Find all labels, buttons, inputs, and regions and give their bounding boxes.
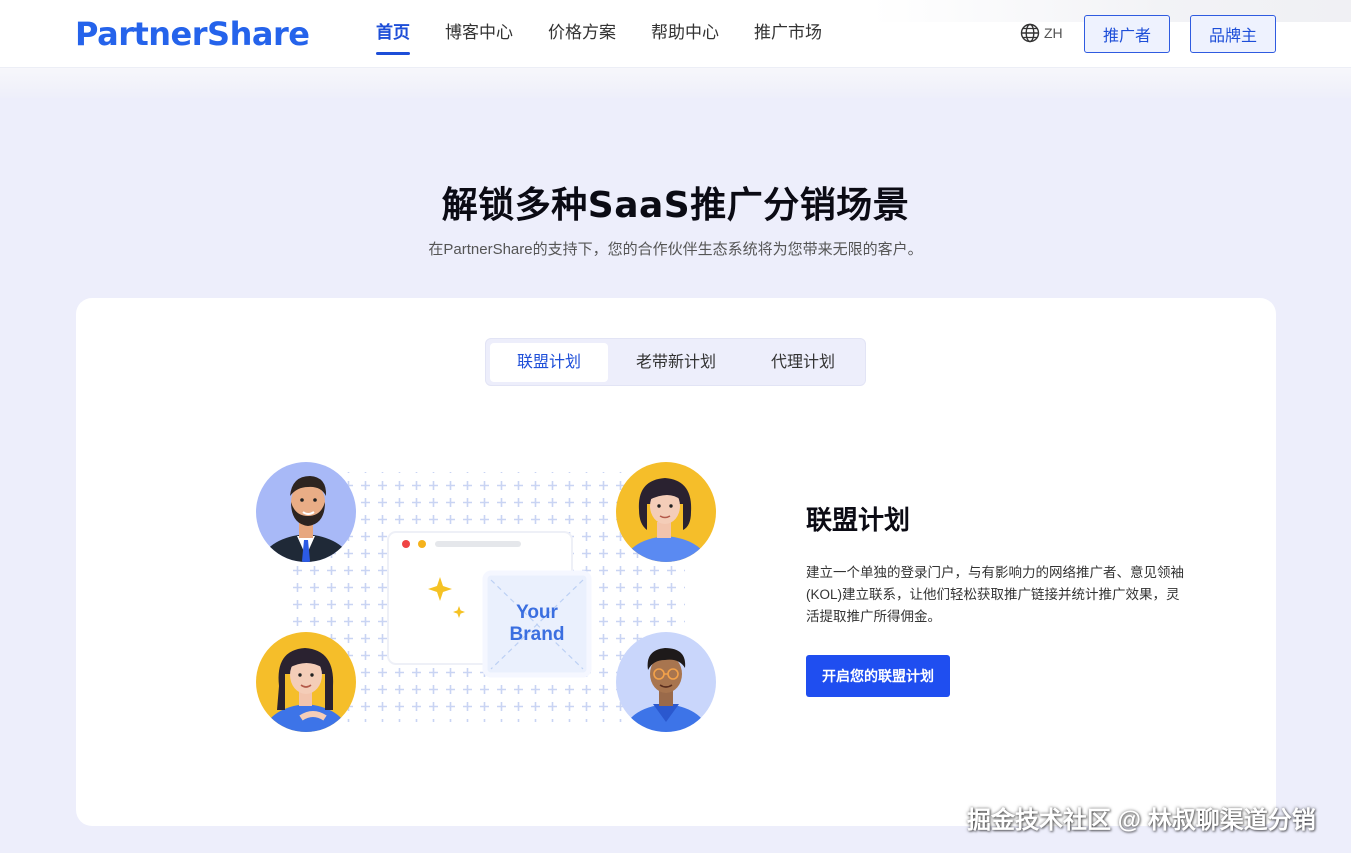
nav-item-blog[interactable]: 博客中心	[445, 0, 513, 68]
nav-item-home[interactable]: 首页	[376, 0, 410, 68]
illustration-svg: Your Brand	[256, 462, 716, 732]
brand-logo[interactable]: PartnerShare	[75, 14, 310, 54]
nav-item-help[interactable]: 帮助中心	[651, 0, 719, 68]
start-affiliate-button[interactable]: 开启您的联盟计划	[806, 655, 950, 697]
affiliate-illustration: Your Brand	[255, 460, 720, 735]
tab-affiliate[interactable]: 联盟计划	[490, 343, 608, 382]
top-navbar: PartnerShare 首页 博客中心 价格方案 帮助中心 推广市场 ZH 推…	[0, 0, 1351, 68]
nav-item-market[interactable]: 推广市场	[754, 0, 822, 68]
brand-owner-button[interactable]: 品牌主	[1190, 15, 1276, 53]
watermark-text: 掘金技术社区 @ 林叔聊渠道分销	[967, 807, 1316, 834]
promoter-button[interactable]: 推广者	[1084, 15, 1170, 53]
brand-tile: Your Brand	[482, 570, 592, 678]
feature-description: 建立一个单独的登录门户，与有影响力的网络推广者、意见领袖(KOL)建立联系，让他…	[806, 565, 1184, 624]
tab-referral[interactable]: 老带新计划	[616, 343, 736, 382]
brand-tile-line1: Your	[516, 602, 558, 623]
globe-icon	[1020, 23, 1040, 43]
language-switcher[interactable]: ZH	[1020, 22, 1063, 44]
brand-tile-line2: Brand	[510, 624, 565, 645]
hero-subtitle: 在PartnerShare的支持下，您的合作伙伴生态系统将为您带来无限的客户。	[428, 241, 923, 258]
feature-title: 联盟计划	[806, 506, 911, 536]
tab-agent[interactable]: 代理计划	[744, 343, 862, 382]
main-nav: 首页 博客中心 价格方案 帮助中心 推广市场	[376, 0, 857, 68]
language-label: ZH	[1044, 25, 1063, 41]
header-shadow-band	[0, 68, 1351, 98]
nav-item-pricing[interactable]: 价格方案	[548, 0, 616, 68]
scenario-tabs: 联盟计划 老带新计划 代理计划	[485, 338, 866, 386]
hero-title: 解锁多种SaaS推广分销场景	[441, 185, 910, 226]
